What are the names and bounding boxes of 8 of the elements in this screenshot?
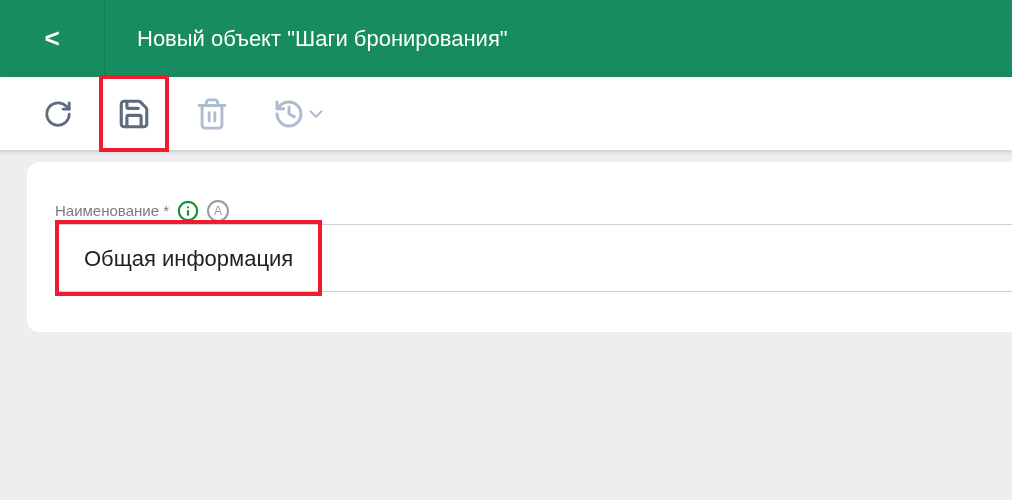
- window-title: Новый объект "Шаги бронирования": [137, 25, 508, 53]
- refresh-icon: [43, 98, 73, 129]
- field-label: Наименование *: [55, 200, 169, 221]
- save-button[interactable]: [99, 75, 169, 152]
- info-icon: [177, 200, 199, 222]
- auto-badge: A: [207, 200, 229, 222]
- field-value: Общая информация: [55, 220, 323, 296]
- trash-icon: [195, 96, 229, 131]
